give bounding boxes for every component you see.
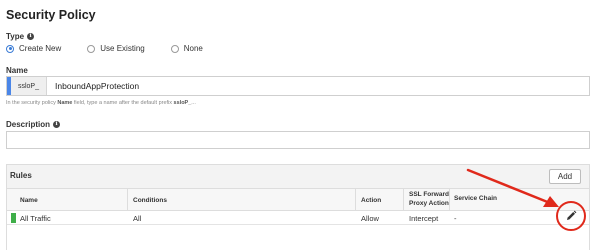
type-label-row: Type i [6,32,35,41]
col-header-ssl-line2: Proxy Action [409,200,449,207]
name-label: Name [6,66,28,75]
radio-use-existing[interactable]: Use Existing [87,44,145,53]
column-divider [449,189,450,211]
help-text-part: ... [191,100,196,106]
column-divider [355,189,356,211]
radio-none[interactable]: None [170,44,203,53]
column-divider [403,189,404,211]
description-field [6,131,590,149]
col-header-service-chain: Service Chain [454,195,497,202]
radio-unselected-icon[interactable] [87,44,96,53]
name-input[interactable] [47,77,589,95]
radio-none-label: None [183,44,203,53]
page-title: Security Policy [6,8,96,22]
info-icon[interactable]: i [27,33,35,40]
radio-selected-icon[interactable] [6,44,14,53]
rule-ssl-action: Intercept [409,214,439,223]
radio-create-new-label: Create New [19,44,62,53]
rule-name: All Traffic [20,214,51,223]
type-label: Type [6,32,25,41]
rule-action: Allow [361,214,379,223]
help-text-part: field, type a name after the default pre… [72,100,174,106]
description-input[interactable] [7,132,589,149]
rule-conditions: All [133,214,142,223]
radio-create-new[interactable]: Create New [6,44,61,53]
description-label: Description [6,120,51,129]
type-radio-group: Create New Use Existing None [6,44,229,53]
name-help-text: In the security policy Name field, type … [6,100,196,106]
rules-title: Rules [10,171,32,180]
info-icon[interactable]: i [53,121,61,128]
name-prefix: ssloP_ [11,77,47,95]
col-header-action: Action [361,197,382,204]
rules-column-headers: Name Conditions Action SSL Forward Proxy… [7,189,589,211]
edit-rule-button[interactable] [556,201,586,231]
rule-status-indicator [11,213,16,223]
rule-service-chain: - [454,214,457,223]
radio-unselected-icon[interactable] [170,44,179,53]
col-header-name: Name [20,197,38,204]
help-text-bold: ssloP_ [173,100,192,106]
help-text-bold: Name [57,100,73,106]
help-text-part: In the security policy [6,100,58,106]
rules-panel: Rules Add Name Conditions Action SSL For… [6,164,590,250]
table-row[interactable]: All Traffic All Allow Intercept - [7,211,589,225]
description-label-row: Description i [6,120,61,129]
col-header-ssl-line1: SSL Forward [409,191,449,198]
column-divider [127,189,128,211]
pencil-icon [567,210,577,220]
radio-use-existing-label: Use Existing [100,44,145,53]
col-header-conditions: Conditions [133,197,167,204]
add-rule-button[interactable]: Add [549,169,581,184]
name-field: ssloP_ [6,76,590,96]
rules-header: Rules Add [7,165,589,189]
